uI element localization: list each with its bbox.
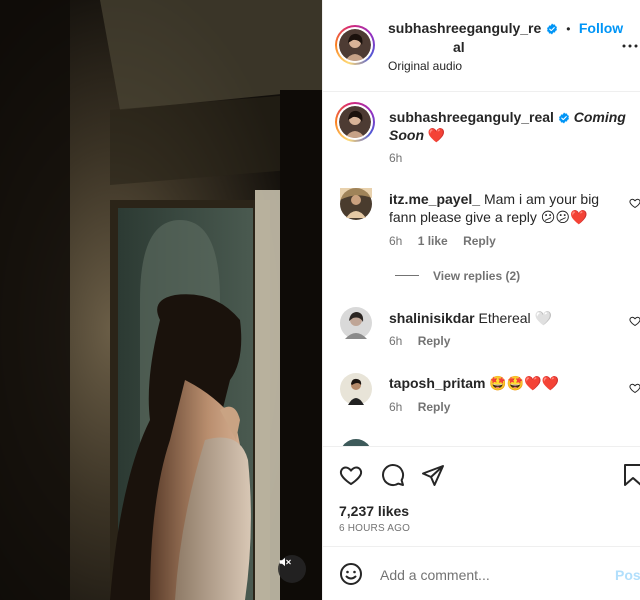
view-replies-line (395, 275, 419, 276)
view-replies-button[interactable]: View replies (2) (433, 269, 520, 283)
post-comment-button[interactable]: Post (615, 567, 640, 583)
post-photo (0, 0, 322, 600)
comment-emoji: 🤍 (534, 310, 552, 326)
comment-text-line2: fann please give a reply (389, 209, 537, 225)
post-actions: 7,237 likes 6 HOURS AGO (323, 446, 640, 546)
like-heart-icon[interactable] (339, 463, 363, 487)
post-header: subhashreeganguly_re • Follow al Origina… (323, 0, 640, 92)
comment-likes-count[interactable]: 1 like (418, 234, 448, 248)
comments-list[interactable]: subhashreeganguly_real Coming Soon ❤️ 6h (323, 93, 640, 446)
caption-time[interactable]: 6h (389, 151, 402, 165)
emoji-smiley-icon[interactable] (339, 562, 363, 586)
commenter-username[interactable]: shalinisikdar (389, 310, 475, 326)
more-options-button[interactable] (621, 37, 639, 60)
muted-speaker-icon (279, 557, 291, 567)
commenter-avatar-partial[interactable] (340, 439, 372, 446)
comment-text-line1: Mam i am your big (483, 191, 600, 207)
add-comment-bar: Add a comment... Post (323, 546, 640, 600)
header-dot-separator: • (566, 22, 571, 36)
more-options-icon (622, 44, 638, 48)
follow-button[interactable]: Follow (579, 20, 623, 36)
reply-button[interactable]: Reply (418, 400, 451, 414)
commenter-avatar[interactable] (340, 373, 372, 405)
post-media[interactable] (0, 0, 322, 600)
caption-text-line2: Soon (389, 127, 424, 143)
comment-time[interactable]: 6h (389, 400, 402, 414)
like-comment-heart-icon[interactable] (629, 382, 640, 394)
author-username-line1[interactable]: subhashreeganguly_re (388, 20, 541, 36)
commenter-username[interactable]: itz.me_payel_ (389, 191, 480, 207)
caption-username[interactable]: subhashreeganguly_real (389, 109, 554, 125)
commenter-avatar[interactable] (340, 188, 372, 220)
share-paper-plane-icon[interactable] (421, 463, 445, 487)
verified-badge-icon (558, 112, 569, 124)
commenter-username[interactable]: taposh_pritam (389, 375, 485, 391)
comment-time[interactable]: 6h (389, 334, 402, 348)
post-timestamp[interactable]: 6 HOURS AGO (339, 523, 410, 534)
caption-avatar[interactable] (335, 102, 375, 142)
save-bookmark-icon[interactable] (621, 463, 640, 487)
like-comment-heart-icon[interactable] (629, 315, 640, 327)
verified-badge-icon (546, 23, 557, 35)
comment-emojis: 😕😕❤️ (540, 209, 588, 225)
comment-input[interactable]: Add a comment... (380, 567, 490, 583)
commenter-avatar[interactable] (340, 307, 372, 339)
reply-button[interactable]: Reply (418, 334, 451, 348)
comment-emojis: 🤩🤩❤️❤️ (489, 375, 560, 391)
post-side-panel: subhashreeganguly_re • Follow al Origina… (322, 0, 640, 600)
comment-time[interactable]: 6h (389, 234, 402, 248)
author-avatar-image (339, 29, 371, 61)
author-avatar[interactable] (335, 25, 375, 65)
caption-text-line1: Coming (573, 109, 626, 125)
reply-button[interactable]: Reply (463, 234, 496, 248)
likes-count[interactable]: 7,237 likes (339, 503, 409, 519)
comment-text: Ethereal (478, 310, 531, 326)
original-audio-link[interactable]: Original audio (388, 59, 462, 73)
author-username-line2[interactable]: al (453, 39, 465, 55)
mute-button[interactable] (278, 555, 306, 583)
like-comment-heart-icon[interactable] (629, 197, 640, 209)
caption-avatar-image (339, 106, 371, 138)
caption-emoji: ❤️ (427, 127, 446, 143)
comment-bubble-icon[interactable] (381, 463, 405, 487)
